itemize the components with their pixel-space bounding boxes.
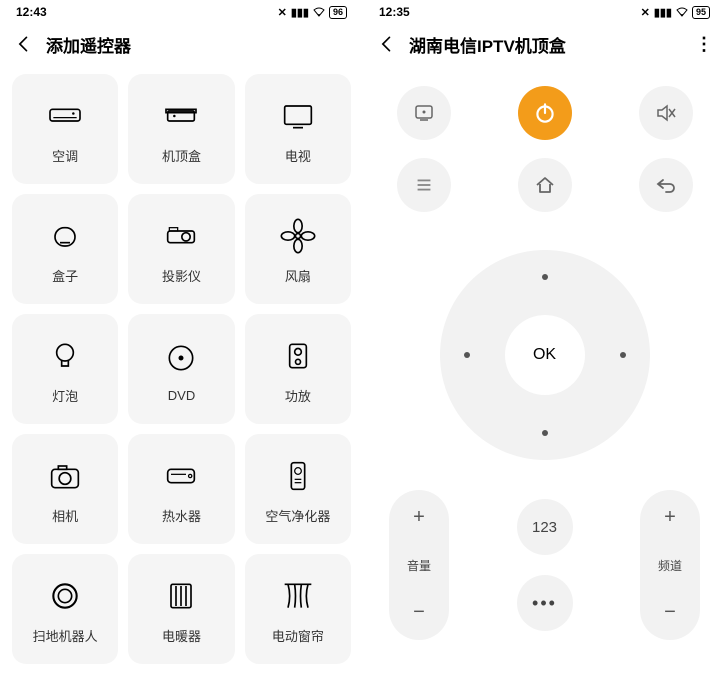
box-icon — [45, 214, 85, 258]
curtain-icon — [278, 574, 318, 618]
device-card-camera[interactable]: 相机 — [12, 434, 118, 544]
remote-top-buttons — [363, 64, 726, 220]
channel-down[interactable]: − — [664, 601, 676, 624]
more-functions-button[interactable]: ••• — [517, 575, 573, 631]
status-icons: ✕ ▮▮▮ 96 — [278, 6, 347, 19]
device-card-label: 空调 — [52, 146, 78, 165]
device-card-label: 电动窗帘 — [272, 626, 324, 645]
device-card-box[interactable]: 盒子 — [12, 194, 118, 304]
device-card-label: 机顶盒 — [162, 146, 201, 165]
device-card-bulb[interactable]: 灯泡 — [12, 314, 118, 424]
volume-rocker[interactable]: + 音量 − — [389, 490, 449, 640]
dvd-icon — [161, 336, 201, 380]
device-card-label: 功放 — [285, 386, 311, 405]
more-options-icon[interactable]: ⋮ — [695, 34, 712, 55]
dnd-icon: ✕ — [278, 6, 287, 19]
wifi-icon — [676, 7, 688, 17]
screen-left-add-remote: 12:43 ✕ ▮▮▮ 96 添加遥控器 空调 机顶盒 电视 盒子 投影仪 风扇… — [0, 0, 363, 688]
dpad-ok-button[interactable]: OK — [505, 315, 585, 395]
device-card-label: 热水器 — [162, 506, 201, 525]
device-grid: 空调 机顶盒 电视 盒子 投影仪 风扇 灯泡 DVD 功放 相机 热水器 空气净… — [0, 64, 363, 674]
amp-icon — [278, 334, 318, 378]
page-title: 湖南电信IPTV机顶盒 — [409, 32, 566, 57]
status-bar: 12:35 ✕ ▮▮▮ 95 — [363, 0, 726, 24]
input-source-button[interactable] — [397, 86, 451, 140]
fan-icon — [278, 214, 318, 258]
volume-down[interactable]: − — [413, 601, 425, 624]
back-icon[interactable] — [377, 34, 397, 54]
device-card-label: 投影仪 — [162, 266, 201, 285]
back-icon[interactable] — [14, 34, 34, 54]
mute-button[interactable] — [639, 86, 693, 140]
device-card-amp[interactable]: 功放 — [245, 314, 351, 424]
dpad-right-indicator — [620, 352, 626, 358]
signal-icon: ▮▮▮ — [654, 6, 672, 19]
status-bar: 12:43 ✕ ▮▮▮ 96 — [0, 0, 363, 24]
volume-up[interactable]: + — [413, 506, 425, 529]
dpad-container: OK — [363, 250, 726, 460]
device-card-purifier[interactable]: 空气净化器 — [245, 434, 351, 544]
home-button[interactable] — [518, 158, 572, 212]
dpad[interactable]: OK — [440, 250, 650, 460]
device-card-label: 扫地机器人 — [33, 626, 98, 645]
title-bar: 湖南电信IPTV机顶盒 ⋮ — [363, 24, 726, 64]
dpad-left-indicator — [464, 352, 470, 358]
status-time: 12:35 — [379, 5, 410, 19]
dpad-up-indicator — [542, 274, 548, 280]
battery-indicator: 96 — [329, 6, 347, 19]
device-card-label: 相机 — [52, 506, 78, 525]
bulb-icon — [45, 334, 85, 378]
device-card-warmer[interactable]: 电暖器 — [128, 554, 234, 664]
title-bar: 添加遥控器 — [0, 24, 363, 64]
purifier-icon — [278, 454, 318, 498]
device-card-robot[interactable]: 扫地机器人 — [12, 554, 118, 664]
channel-up[interactable]: + — [664, 506, 676, 529]
device-card-label: 空气净化器 — [265, 506, 330, 525]
warmer-icon — [161, 574, 201, 618]
battery-indicator: 95 — [692, 6, 710, 19]
device-card-curtain[interactable]: 电动窗帘 — [245, 554, 351, 664]
device-card-label: 电暖器 — [162, 626, 201, 645]
tv-icon — [278, 94, 318, 138]
device-card-label: 电视 — [285, 146, 311, 165]
device-card-label: 盒子 — [52, 266, 78, 285]
dnd-icon: ✕ — [641, 6, 650, 19]
bottom-controls: + 音量 − 123 ••• + 频道 − — [363, 460, 726, 640]
device-card-label: 灯泡 — [52, 386, 78, 405]
device-card-label: DVD — [168, 388, 195, 403]
power-button[interactable] — [518, 86, 572, 140]
device-card-heater[interactable]: 热水器 — [128, 434, 234, 544]
camera-icon — [45, 454, 85, 498]
screen-right-remote: 12:35 ✕ ▮▮▮ 95 湖南电信IPTV机顶盒 ⋮ — [363, 0, 726, 688]
back-button[interactable] — [639, 158, 693, 212]
dpad-down-indicator — [542, 430, 548, 436]
device-card-tv[interactable]: 电视 — [245, 74, 351, 184]
wifi-icon — [313, 7, 325, 17]
signal-icon: ▮▮▮ — [291, 6, 309, 19]
robot-icon — [45, 574, 85, 618]
heater-icon — [161, 454, 201, 498]
status-icons: ✕ ▮▮▮ 95 — [641, 6, 710, 19]
ac-icon — [45, 94, 85, 138]
volume-label: 音量 — [407, 557, 431, 574]
device-card-ac[interactable]: 空调 — [12, 74, 118, 184]
status-time: 12:43 — [16, 5, 47, 19]
device-card-dvd[interactable]: DVD — [128, 314, 234, 424]
device-card-projector[interactable]: 投影仪 — [128, 194, 234, 304]
menu-button[interactable] — [397, 158, 451, 212]
channel-label: 频道 — [658, 557, 682, 574]
channel-rocker[interactable]: + 频道 − — [640, 490, 700, 640]
page-title: 添加遥控器 — [46, 32, 131, 57]
device-card-stb[interactable]: 机顶盒 — [128, 74, 234, 184]
stb-icon — [161, 94, 201, 138]
device-card-label: 风扇 — [285, 266, 311, 285]
projector-icon — [161, 214, 201, 258]
device-card-fan[interactable]: 风扇 — [245, 194, 351, 304]
numpad-button[interactable]: 123 — [517, 499, 573, 555]
